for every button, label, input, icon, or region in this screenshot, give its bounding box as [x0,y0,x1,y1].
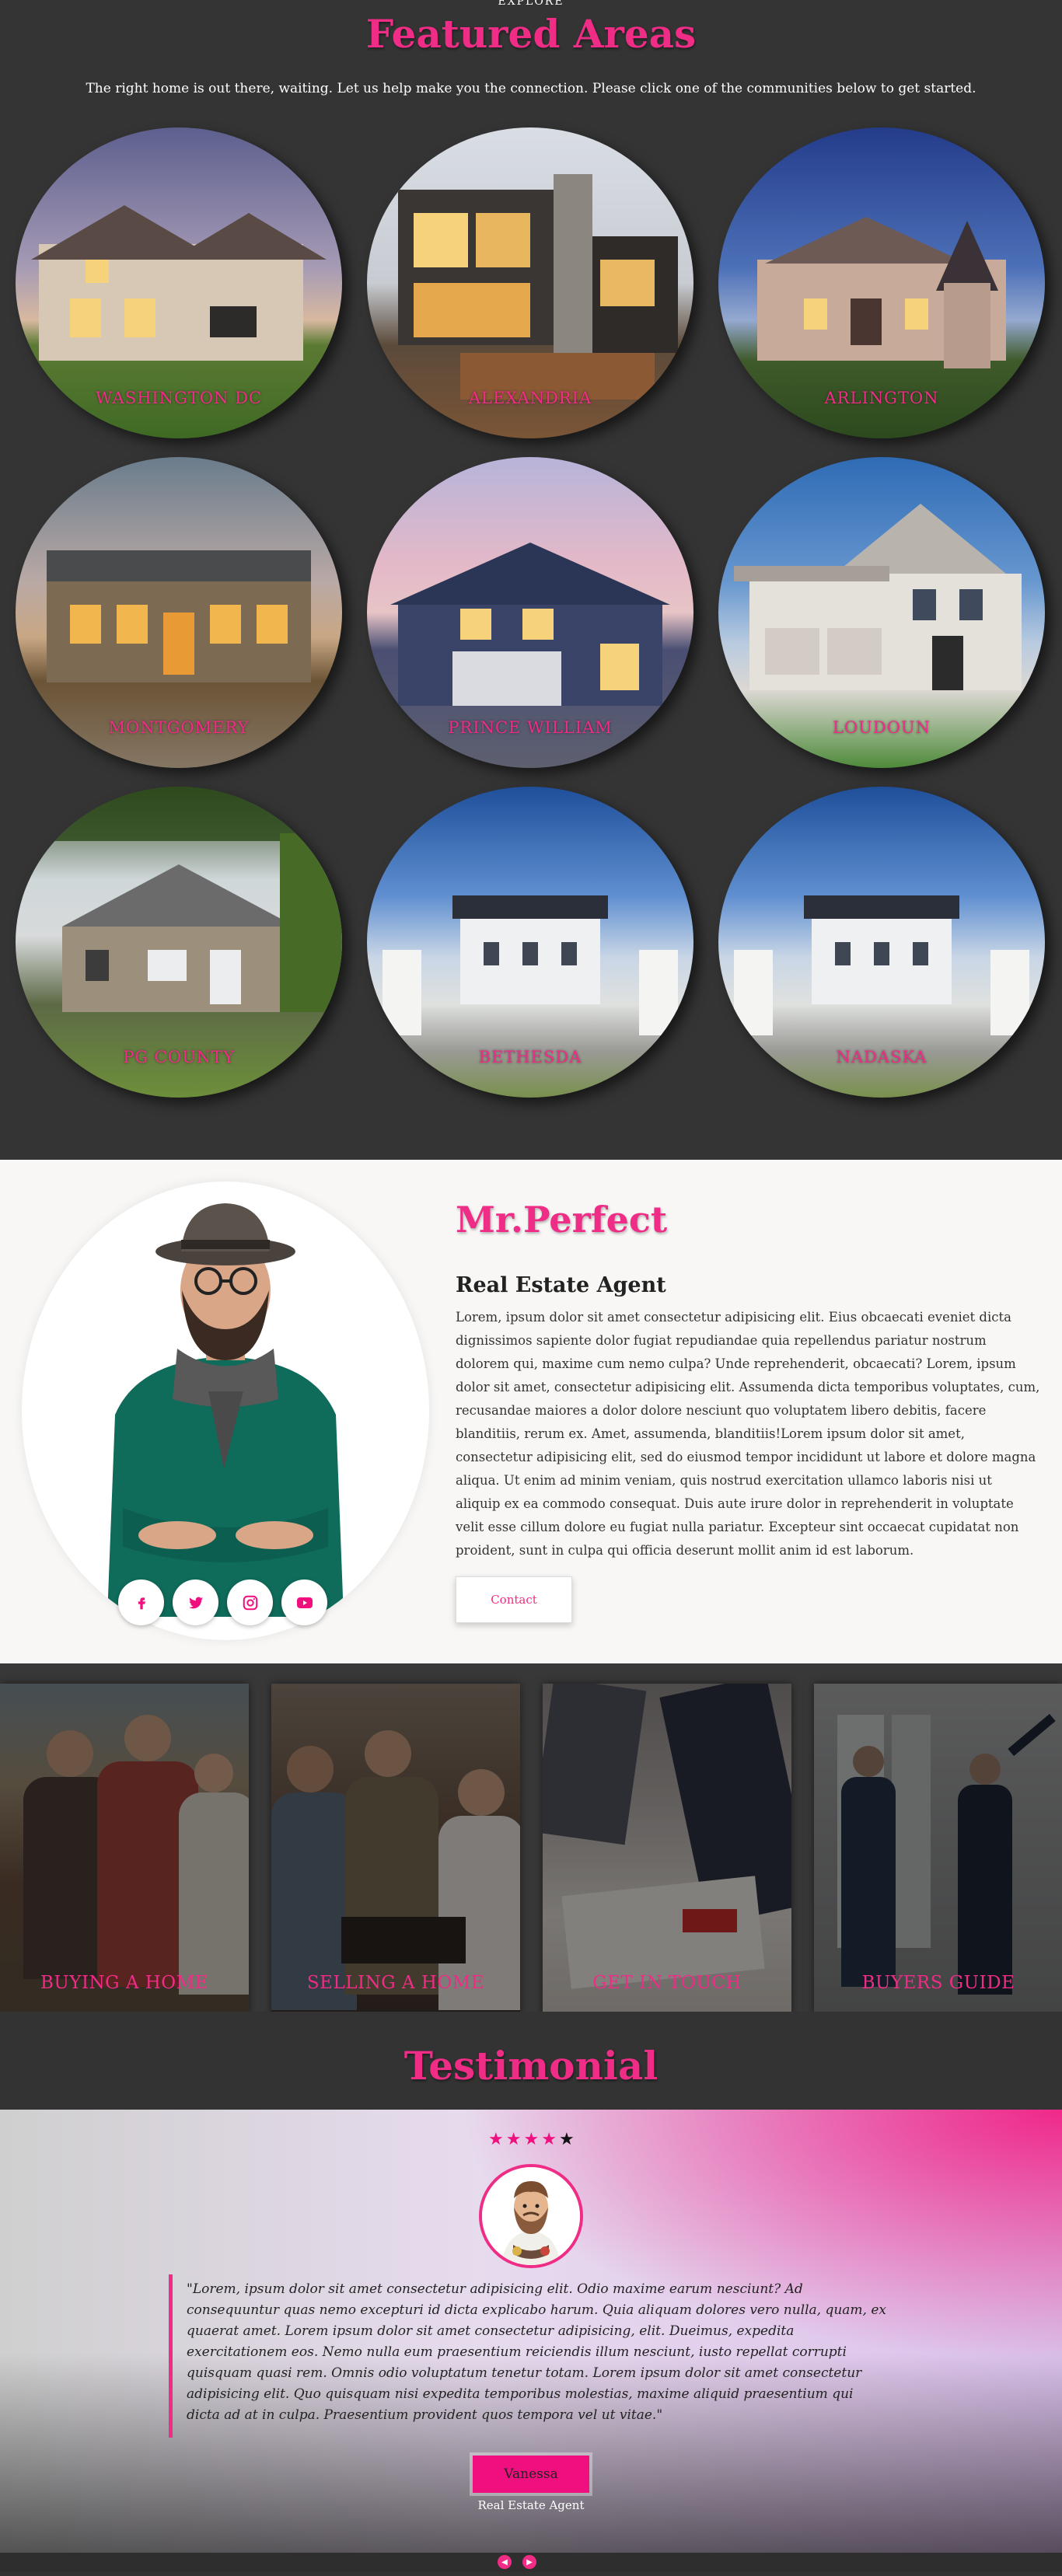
area-washington-dc[interactable]: WASHINGTON DC [16,127,342,438]
agent-section: Mr.Perfect Real Estate Agent Lorem, ipsu… [0,1160,1062,1663]
area-montgomery[interactable]: MONTGOMERY [16,457,342,768]
star-icon: ★ [523,2130,540,2149]
services-section: BUYING A HOME SELLING A HOME GET IN TOUC… [0,1663,1062,2016]
card-overlay [271,1684,520,2016]
area-prince-william[interactable]: PRINCE WILLIAM [367,457,693,768]
star-icon: ★ [541,2130,557,2149]
area-pg-county[interactable]: PG COUNTY [16,787,342,1098]
testimonial-title: Testimonial [403,2043,659,2089]
agent-photo [22,1182,429,1640]
service-label: BUYERS GUIDE [861,1973,1015,1993]
service-label: GET IN TOUCH [592,1973,742,1993]
testimonial-quote: "Lorem, ipsum dolor sit amet consectetur… [187,2281,887,2423]
service-label: SELLING A HOME [306,1973,485,1993]
area-alexandria[interactable]: ALEXANDRIA [367,127,693,438]
area-bethesda[interactable]: BETHESDA [367,787,693,1098]
service-card-buying[interactable]: BUYING A HOME [0,1684,249,2016]
card-overlay [814,1684,1062,2016]
testimonial-header: Testimonial [0,2012,1062,2110]
youtube-icon[interactable] [281,1579,327,1625]
area-label: ARLINGTON [824,389,939,407]
testimonial-author-role: Real Estate Agent [477,2498,585,2512]
service-card-get-in-touch[interactable]: GET IN TOUCH [543,1684,791,2016]
area-label: NADASKA [836,1048,928,1066]
area-label: BETHESDA [478,1048,582,1066]
facebook-icon[interactable] [118,1579,164,1625]
area-label: MONTGOMERY [108,718,250,737]
star-icon: ★ [505,2130,522,2149]
explore-label: EXPLORE [498,0,564,8]
area-label: WASHINGTON DC [95,389,263,407]
testimonial-avatar [479,2164,583,2268]
chevron-left-icon[interactable]: ◀ [498,2555,512,2569]
instagram-icon[interactable] [227,1579,273,1625]
twitter-icon[interactable] [173,1579,218,1625]
contact-button[interactable]: Contact [456,1576,572,1623]
area-label: ALEXANDRIA [468,389,592,407]
agent-name: Mr.Perfect [456,1199,668,1241]
featured-areas-subtitle: The right home is out there, waiting. Le… [86,81,976,96]
chevron-right-icon[interactable]: ▶ [522,2555,536,2569]
area-arlington[interactable]: ARLINGTON [718,127,1045,438]
agent-portrait [107,1203,344,1617]
area-nadaska[interactable]: NADASKA [718,787,1045,1098]
testimonial-author-button[interactable]: Vanessa [473,2456,589,2493]
service-card-selling[interactable]: SELLING A HOME [271,1684,520,2016]
rating-stars: ★ ★ ★ ★ ★ [488,2130,575,2149]
quote-accent-bar [169,2274,173,2438]
card-overlay [543,1684,791,2016]
card-overlay [0,1684,249,2016]
star-icon: ★ [558,2130,575,2149]
area-label: PRINCE WILLIAM [448,718,613,737]
star-icon: ★ [488,2130,504,2149]
featured-areas-section: EXPLORE Featured Areas The right home is… [0,0,1062,1160]
area-label: PG COUNTY [123,1048,235,1066]
featured-areas-title: Featured Areas [365,11,697,57]
agent-bio: Lorem, ipsum dolor sit amet consectetur … [456,1310,1040,1558]
area-label: LOUDOUN [833,718,931,737]
service-label: BUYING A HOME [40,1973,209,1993]
testimonial-section: ★ ★ ★ ★ ★ "Lorem, ipsum dolor sit amet c… [0,2110,1062,2553]
testimonial-navigation: ◀ ▶ [0,2553,1062,2571]
social-links [118,1579,327,1625]
agent-role: Real Estate Agent [456,1273,666,1297]
area-loudoun[interactable]: LOUDOUN [718,457,1045,768]
service-card-buyers-guide[interactable]: BUYERS GUIDE [814,1684,1062,2016]
chef-illustration [482,2167,580,2265]
